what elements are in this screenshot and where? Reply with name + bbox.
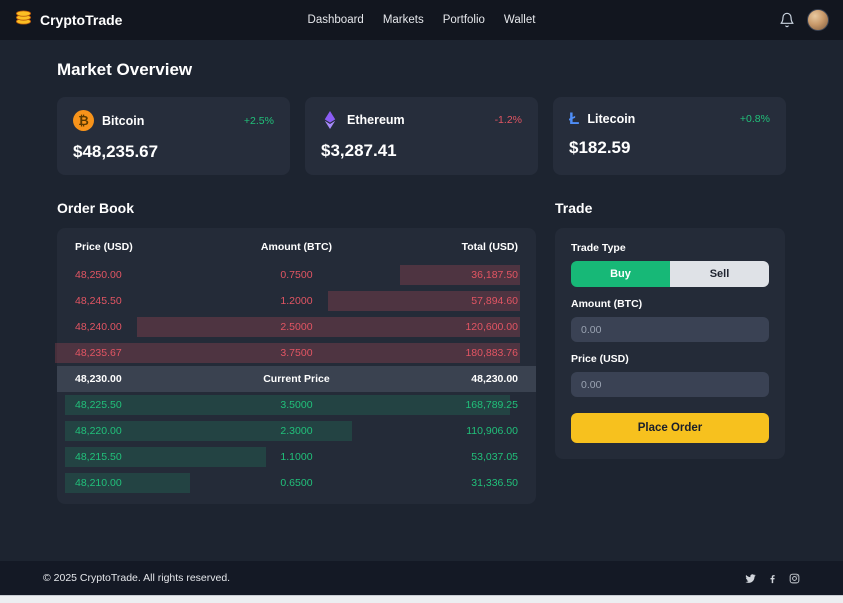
row-price: 48,210.00 xyxy=(75,477,223,489)
coin-name: Ethereum xyxy=(347,113,405,127)
trade-title: Trade xyxy=(555,200,785,216)
row-total: 48,230.00 xyxy=(370,373,518,385)
price-label: Price (USD) xyxy=(571,353,769,365)
order-book-row[interactable]: 48,210.00 0.6500 31,336.50 xyxy=(57,470,536,496)
footer: © 2025 CryptoTrade. All rights reserved. xyxy=(0,561,843,595)
bitcoin-icon: ₿ xyxy=(73,110,94,131)
order-book-row[interactable]: 48,215.50 1.1000 53,037.05 xyxy=(57,444,536,470)
order-book-table: Price (USD) Amount (BTC) Total (USD) 48,… xyxy=(57,228,536,504)
brand-name: CryptoTrade xyxy=(40,12,122,28)
nav-item-portfolio[interactable]: Portfolio xyxy=(443,14,485,26)
twitter-icon[interactable] xyxy=(745,573,756,584)
row-amount: 2.5000 xyxy=(223,321,371,333)
order-book-section: Order Book Price (USD) Amount (BTC) Tota… xyxy=(57,200,536,504)
order-book-header: Price (USD) Amount (BTC) Total (USD) xyxy=(57,232,536,262)
market-cards: ₿ Bitcoin +2.5% $48,235.67 Ethereum -1.2… xyxy=(57,97,786,175)
row-price: 48,220.00 xyxy=(75,425,223,437)
row-amount: 1.2000 xyxy=(223,295,371,307)
nav-item-dashboard[interactable]: Dashboard xyxy=(308,14,364,26)
column-header-price: Price (USD) xyxy=(75,241,223,253)
column-header-amount: Amount (BTC) xyxy=(223,241,371,253)
row-amount: 2.3000 xyxy=(223,425,371,437)
row-amount: 3.7500 xyxy=(223,347,371,359)
row-price: 48,230.00 xyxy=(75,373,223,385)
row-amount: 0.7500 xyxy=(223,269,371,281)
navbar: CryptoTrade Dashboard Markets Portfolio … xyxy=(0,0,843,40)
row-total: 36,187.50 xyxy=(370,269,518,281)
bottom-strip xyxy=(0,595,843,603)
row-amount: 0.6500 xyxy=(223,477,371,489)
main-content: Market Overview ₿ Bitcoin +2.5% $48,235.… xyxy=(0,40,843,561)
coin-change: +2.5% xyxy=(244,115,274,127)
amount-input[interactable] xyxy=(571,317,769,342)
app-root: CryptoTrade Dashboard Markets Portfolio … xyxy=(0,0,843,603)
coin-name: Litecoin xyxy=(587,112,635,126)
row-price: 48,245.50 xyxy=(75,295,223,307)
row-total: 57,894.60 xyxy=(370,295,518,307)
nav-item-wallet[interactable]: Wallet xyxy=(504,14,536,26)
coin-change: +0.8% xyxy=(740,113,770,125)
sell-button[interactable]: Sell xyxy=(670,261,769,287)
buy-button[interactable]: Buy xyxy=(571,261,670,287)
row-price: 48,215.50 xyxy=(75,451,223,463)
brand[interactable]: CryptoTrade xyxy=(14,8,122,32)
coin-price: $48,235.67 xyxy=(73,142,274,162)
trade-type-toggle: Buy Sell xyxy=(571,261,769,287)
place-order-button[interactable]: Place Order xyxy=(571,413,769,443)
trade-type-label: Trade Type xyxy=(571,242,769,254)
row-amount: 3.5000 xyxy=(223,399,371,411)
market-card-bitcoin: ₿ Bitcoin +2.5% $48,235.67 xyxy=(57,97,290,175)
row-total: 120,600.00 xyxy=(370,321,518,333)
order-book-row[interactable]: 48,240.00 2.5000 120,600.00 xyxy=(57,314,536,340)
nav-item-markets[interactable]: Markets xyxy=(383,14,424,26)
column-header-total: Total (USD) xyxy=(370,241,518,253)
row-price: 48,225.50 xyxy=(75,399,223,411)
page-title: Market Overview xyxy=(57,60,786,80)
trade-card: Trade Type Buy Sell Amount (BTC) Price (… xyxy=(555,228,785,459)
market-card-litecoin: Ł Litecoin +0.8% $182.59 xyxy=(553,97,786,175)
row-total: 53,037.05 xyxy=(370,451,518,463)
row-total: 31,336.50 xyxy=(370,477,518,489)
social-links xyxy=(745,573,800,584)
row-amount: Current Price xyxy=(223,373,371,385)
avatar[interactable] xyxy=(807,9,829,31)
row-total: 180,883.76 xyxy=(370,347,518,359)
row-price: 48,240.00 xyxy=(75,321,223,333)
coin-price: $182.59 xyxy=(569,138,770,158)
navbar-right xyxy=(779,9,829,31)
order-book-row[interactable]: 48,225.50 3.5000 168,789.25 xyxy=(57,392,536,418)
row-total: 168,789.25 xyxy=(370,399,518,411)
facebook-icon[interactable] xyxy=(767,573,778,584)
row-price: 48,235.67 xyxy=(75,347,223,359)
order-book-row[interactable]: 48,250.00 0.7500 36,187.50 xyxy=(57,262,536,288)
order-book-row[interactable]: 48,220.00 2.3000 110,906.00 xyxy=(57,418,536,444)
row-price: 48,250.00 xyxy=(75,269,223,281)
nav-links: Dashboard Markets Portfolio Wallet xyxy=(308,14,536,26)
litecoin-icon: Ł xyxy=(569,110,579,127)
coin-price: $3,287.41 xyxy=(321,141,522,161)
ethereum-icon xyxy=(321,110,339,130)
order-book-row[interactable]: 48,245.50 1.2000 57,894.60 xyxy=(57,288,536,314)
order-book-current-price-row[interactable]: 48,230.00 Current Price 48,230.00 xyxy=(57,366,536,392)
instagram-icon[interactable] xyxy=(789,573,800,584)
coin-name: Bitcoin xyxy=(102,114,144,128)
bell-icon[interactable] xyxy=(779,12,795,28)
order-book-rows: 48,250.00 0.7500 36,187.50 48,245.50 1.2… xyxy=(57,262,536,496)
copyright-text: © 2025 CryptoTrade. All rights reserved. xyxy=(43,572,230,584)
row-amount: 1.1000 xyxy=(223,451,371,463)
price-input[interactable] xyxy=(571,372,769,397)
trade-section: Trade Trade Type Buy Sell Amount (BTC) P… xyxy=(555,200,785,504)
order-book-row[interactable]: 48,235.67 3.7500 180,883.76 xyxy=(57,340,536,366)
coin-stack-icon xyxy=(14,8,33,32)
row-total: 110,906.00 xyxy=(370,425,518,437)
amount-label: Amount (BTC) xyxy=(571,298,769,310)
coin-change: -1.2% xyxy=(495,114,522,126)
order-book-title: Order Book xyxy=(57,200,536,216)
market-card-ethereum: Ethereum -1.2% $3,287.41 xyxy=(305,97,538,175)
